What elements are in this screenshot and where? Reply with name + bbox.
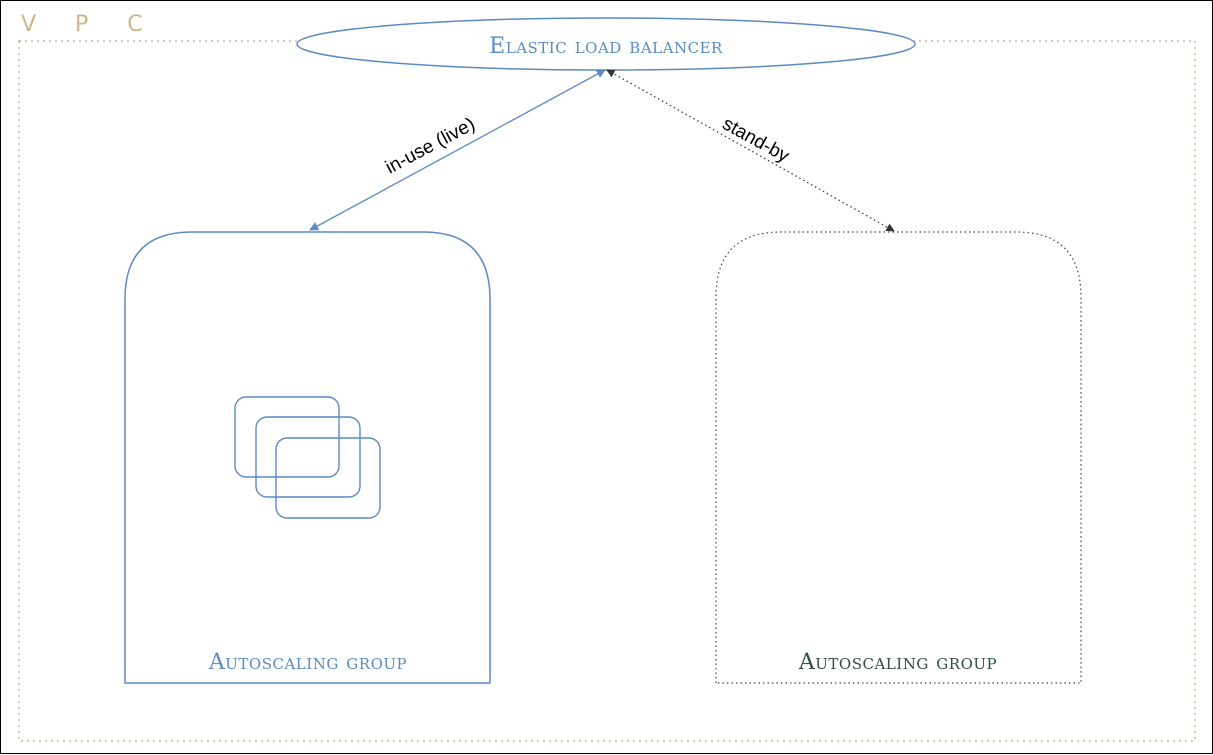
standby-connection-arrow (606, 69, 895, 232)
instance-icon (255, 416, 361, 498)
vpc-boundary (18, 40, 1196, 742)
instances-icon (234, 396, 381, 519)
instance-icon (275, 437, 381, 519)
live-connection-arrow (309, 69, 606, 231)
standby-connection-label: stand-by (719, 113, 793, 167)
standby-autoscaling-group (715, 231, 1082, 684)
live-group-label: Autoscaling group (208, 650, 407, 675)
diagram-canvas: V P C Elastic load balancer in-use (live… (18, 12, 1196, 742)
standby-group-label: Autoscaling group (798, 650, 997, 675)
load-balancer-label: Elastic load balancer (489, 34, 723, 59)
vpc-label: V P C (21, 12, 159, 37)
vpc-diagram: V P C Elastic load balancer in-use (live… (0, 0, 1213, 754)
instance-icon (234, 396, 340, 478)
live-autoscaling-group (124, 231, 491, 684)
